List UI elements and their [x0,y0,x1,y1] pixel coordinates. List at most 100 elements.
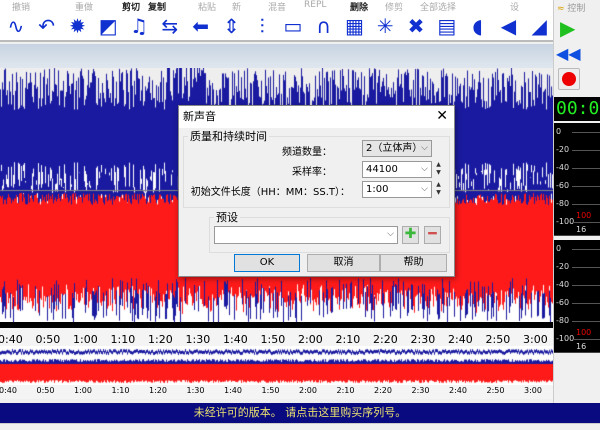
sample-rate-label: 采样率： [292,167,332,178]
overview-tick: 2:10 [336,386,355,395]
chevron-down-icon: ⌵ [421,143,428,153]
note-icon[interactable]: ♫ [125,13,153,39]
length-spinner[interactable]: ▲ ▼ [434,181,443,198]
time-display: 00:00 [554,97,600,121]
time-tick: 1:10 [110,333,136,346]
overview-tick: 1:10 [111,386,130,395]
overview-tick: 1:30 [186,386,205,395]
meter-x-label: 16 [576,225,587,234]
control-panel: ≈ 控制 ▶ ◀◀ 00:00 0-20-40-60-80-10010016 0… [553,0,600,403]
meter-x-label: 16 [576,342,587,351]
time-tick: 2:10 [335,333,361,346]
length-label: 初始文件长度（HH：MM：SS.T）： [190,187,350,198]
meter-scale-label: -40 [556,280,570,289]
time-tick: 1:40 [223,333,248,346]
overview-tick: 2:00 [299,386,317,395]
time-tick: 2:00 [298,333,323,346]
overview-tick: 2:20 [374,386,392,395]
overview-tick: 1:00 [74,386,92,395]
volume-icon[interactable]: ⇕ [217,13,245,39]
timeline-ruler[interactable]: 0:40 0:50 1:00 1:10 1:20 1:30 1:40 1:50 2:00 2:10… [0,322,553,346]
waveform-icon[interactable]: ∿ [2,13,30,39]
dialog-title: 新声音 [179,106,454,128]
control-icon: ≈ [557,4,565,14]
control-title: 控制 [567,4,586,14]
overview-ruler: 0:40 0:50 1:00 1:10 1:20 1:30 1:40 1:50 2:00 2:10… [0,385,600,399]
meter-scale-label: -20 [556,145,570,154]
group-label: 质量和持续时间 [190,130,267,143]
meter-scale-label: 0 [556,127,562,136]
meter-scale-label: -80 [556,199,570,208]
color-icon[interactable]: ◩ [94,13,122,39]
meter-gridline [572,339,600,340]
sample-rate-select[interactable]: 44100 ⌵ [362,161,432,178]
meter-gridline [572,132,600,133]
channels-select[interactable]: 2（立体声） ⌵ [362,140,432,157]
ok-button[interactable]: OK [234,254,300,272]
length-select[interactable]: 1:00 ⌵ [362,181,432,198]
meter-gridline [572,168,600,169]
spark-icon[interactable]: ✳ [371,13,399,39]
noise-reduction-icon[interactable]: ✖ [402,13,430,39]
toolbar: ∿ ↶ ✹ ◩ ♫ ⇆ ⬅ ⇕ ⫶ ▭ ∩ ▦ ✳ ✖ ▤ ◖ ◀ ◢ [0,12,553,42]
play-button[interactable]: ▶ [560,16,575,40]
meter-gridline [572,303,600,304]
meter-gridline [572,186,600,187]
overview-tick: 1:40 [224,386,242,395]
equalizer-icon[interactable]: ⫶ [248,13,276,39]
time-tick: 3:00 [523,333,548,346]
loop-icon[interactable]: ⇆ [156,13,184,39]
toolbar-labels: 撤销 重做 剪切 复制 粘贴新混音 REPL 删除 修剪 全部选择设 [0,0,553,13]
chevron-down-icon: ⌵ [421,184,428,194]
overview-tick: 1:50 [261,386,280,395]
meter-scale-label: -20 [556,262,570,271]
undo-icon[interactable]: ↶ [33,13,61,39]
time-tick: 1:20 [148,333,173,346]
remove-preset-button[interactable]: ━ [424,226,441,244]
overview-tick: 2:40 [449,386,467,395]
toolbar-label[interactable]: REPL [304,0,326,10]
time-tick: 2:50 [485,333,511,346]
new-sound-dialog: 新声音 ✕ 质量和持续时间 频道数量： 2（立体声） ⌵ 采样率： 44100 ⌵ … [178,105,455,277]
record-icon [562,72,576,86]
sample-rate-spinner[interactable]: ▲ ▼ [434,161,443,178]
meter-scale-label: -60 [556,298,570,307]
rewind-button[interactable]: ◀◀ [556,44,581,63]
chevron-down-icon: ⌵ [421,164,428,174]
speaker-icon[interactable]: ◖ [464,13,492,39]
peak-label: 100 [576,211,592,220]
overview-tick: 0:40 [0,386,17,395]
add-preset-button[interactable]: ✚ [402,226,419,244]
close-icon[interactable]: ✕ [436,108,448,124]
unlicensed-banner[interactable]: 未经许可的版本。 请点击这里购买序列号。 [0,403,600,423]
speaker-slider-icon[interactable]: ◀ [495,13,523,39]
meter-scale-label: 0 [556,244,562,253]
meter-scale-label: -60 [556,181,570,190]
meter-gridline [572,267,600,268]
fade-icon[interactable]: ◢ [525,13,553,39]
overview-tick: 2:50 [486,386,505,395]
chevron-down-icon: ⌵ [387,229,394,239]
meter-scale-label: -80 [556,316,570,325]
preset-select[interactable]: ⌵ [214,226,398,244]
overview-tick: 3:00 [524,386,542,395]
back-arrow-icon[interactable]: ⬅ [187,13,215,39]
meter-gridline [572,204,600,205]
meter-gridline [572,150,600,151]
spectrum-filter-icon[interactable]: ▤ [433,13,461,39]
overview-tick: 0:50 [36,386,55,395]
peak-label: 100 [576,328,592,337]
effect-icon[interactable]: ✹ [64,13,92,39]
group-label: 预设 [216,211,238,224]
time-tick: 1:00 [73,333,98,346]
arch-icon[interactable]: ∩ [310,13,338,39]
level-meter-left: 0 -20 -40 -60 -80 -100 100 16 [554,123,600,236]
cancel-button[interactable]: 取消 [307,254,380,272]
spectrum-icon[interactable]: ▭ [279,13,307,39]
spectrum-bars-icon[interactable]: ▦ [341,13,369,39]
help-button[interactable]: 帮助 [380,254,447,272]
channels-label: 频道数量： [282,147,332,158]
record-button[interactable] [558,68,580,90]
time-tick: 2:20 [373,333,398,346]
overview-waveform[interactable] [0,346,600,385]
